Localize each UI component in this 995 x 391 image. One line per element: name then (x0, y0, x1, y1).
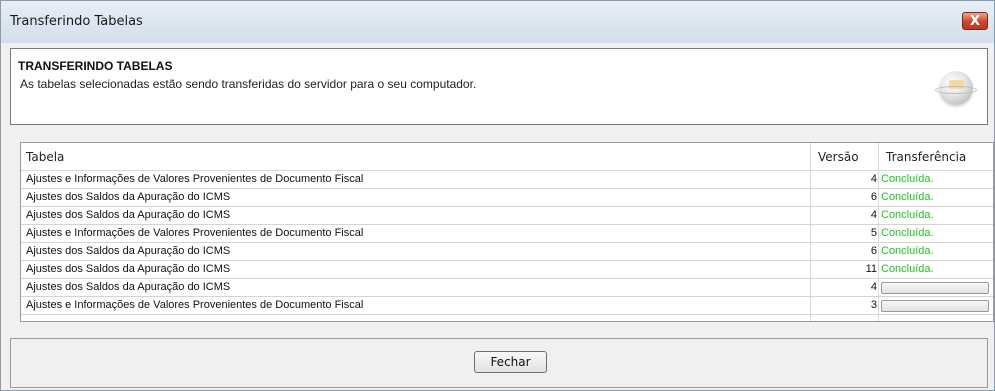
column-header-versao[interactable]: Versão (818, 150, 859, 164)
table-row[interactable]: Ajustes dos Saldos da Apuração do ICMS 6 C… (21, 189, 993, 207)
table-cell-version: 4 (870, 173, 877, 185)
table-cell-status: Concluída. (881, 209, 934, 221)
table-row[interactable]: Ajustes e Informações de Valores Proveni… (21, 297, 993, 315)
table-row[interactable]: Ajustes dos Saldos da Apuração do ICMS 6 C… (21, 243, 993, 261)
window-title: Transferindo Tabelas (10, 14, 143, 29)
table-cell-name: Ajustes dos Saldos da Apuração do ICMS (26, 263, 231, 275)
table-cell-status: Concluída. (881, 263, 934, 275)
transfer-dialog: Transferindo Tabelas X TRANSFERINDO TABE… (0, 0, 995, 391)
table-cell-status: Concluída. (881, 173, 934, 185)
table-cell-version: 11 (865, 263, 877, 275)
table-row[interactable]: Ajustes dos Saldos da Apuração do ICMS 4 C… (21, 207, 993, 225)
table-cell-version: 4 (870, 209, 877, 221)
table-cell-status: Concluída. (881, 191, 934, 203)
table-cell-name: Ajustes dos Saldos da Apuração do ICMS (26, 191, 231, 203)
table-cell-status: Concluída. (881, 227, 934, 239)
close-window-button[interactable]: X (962, 12, 988, 30)
table-cell-name: Ajustes e Informações de Valores Proveni… (26, 299, 364, 311)
table-cell-status: Concluída. (881, 245, 934, 257)
table-row[interactable]: Ajustes dos Saldos da Apuração do ICMS 4 (21, 279, 993, 297)
transfer-progress-bar (881, 282, 989, 294)
header-title: TRANSFERINDO TABELAS (18, 59, 173, 73)
table-row[interactable]: Ajustes e Informações de Valores Proveni… (21, 171, 993, 189)
table-header: Tabela Versão Transferência (21, 143, 993, 171)
table-cell-version: 3 (870, 299, 877, 311)
table-cell-version: 4 (870, 281, 877, 293)
table-cell-name: Ajustes e Informações de Valores Proveni… (26, 227, 364, 239)
header-description: As tabelas selecionadas estão sendo tran… (20, 77, 477, 91)
table-cell-name: Ajustes dos Saldos da Apuração do ICMS (26, 209, 231, 221)
title-bar[interactable]: Transferindo Tabelas X (1, 1, 994, 43)
table-row[interactable]: Ajustes dos Saldos da Apuração do ICMS 11… (21, 261, 993, 279)
transfer-progress-bar (881, 300, 989, 312)
transfer-table: Tabela Versão Transferência Ajustes e In… (20, 142, 994, 322)
column-header-tabela[interactable]: Tabela (26, 150, 64, 164)
table-row[interactable]: Ajustes e Informações de Valores Proveni… (21, 225, 993, 243)
header-panel: TRANSFERINDO TABELAS As tabelas selecion… (10, 48, 988, 125)
footer-panel: Fechar (10, 338, 988, 388)
globe-icon (935, 71, 977, 105)
table-cell-name: Ajustes dos Saldos da Apuração do ICMS (26, 245, 231, 257)
table-cell-name: Ajustes e Informações de Valores Proveni… (26, 173, 364, 185)
table-cell-version: 5 (870, 227, 877, 239)
fechar-button[interactable]: Fechar (474, 351, 547, 373)
table-cell-version: 6 (870, 245, 877, 257)
table-cell-name: Ajustes dos Saldos da Apuração do ICMS (26, 281, 231, 293)
column-header-transferencia[interactable]: Transferência (886, 150, 966, 164)
globe-tag-icon (949, 80, 964, 89)
table-cell-version: 6 (870, 191, 877, 203)
